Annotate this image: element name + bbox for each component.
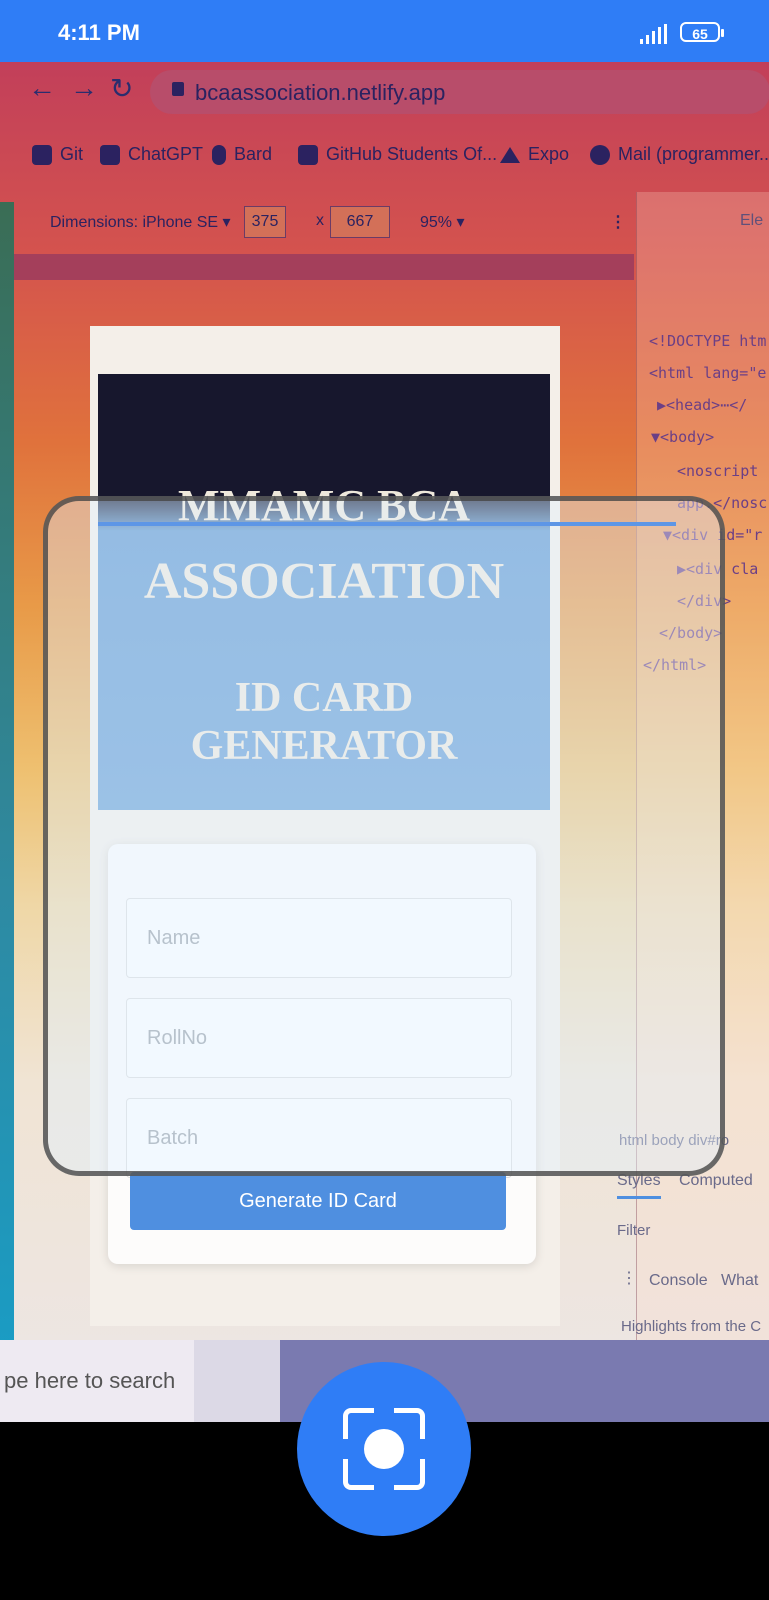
times-label: x xyxy=(316,212,324,229)
bookmark-label: Git xyxy=(60,144,84,164)
forward-icon: → xyxy=(70,72,98,103)
clock: 4:11 PM xyxy=(58,20,140,45)
bookmark-label: Mail (programmer... xyxy=(618,144,769,164)
console-tab: Console xyxy=(649,1272,708,1289)
console-menu-icon: ⋮ xyxy=(621,1270,637,1287)
scan-corner-icon xyxy=(343,1459,374,1490)
url-text: bcaassociation.netlify.app xyxy=(195,80,446,105)
scan-corner-icon xyxy=(394,1459,425,1490)
code-line: <!DOCTYPE htm xyxy=(649,332,767,350)
zoom-dropdown: 95% ▾ xyxy=(420,214,465,231)
whats-new-tab: What xyxy=(721,1272,759,1289)
more-icon: ⋮ xyxy=(610,214,626,231)
device-ruler xyxy=(14,254,634,280)
taskbar-search: pe here to search xyxy=(0,1340,194,1422)
styles-tab: Styles xyxy=(617,1172,661,1199)
status-bar: 4:11 PM 65 xyxy=(0,0,769,62)
bookmark-github-students: GitHub Students Of... xyxy=(298,144,498,166)
bookmarks-bar: Git ChatGPT Bard GitHub Students Of... E… xyxy=(0,132,769,182)
github-students-icon xyxy=(298,145,318,166)
bookmark-label: ChatGPT xyxy=(128,144,204,164)
left-edge-decoration xyxy=(0,202,14,1352)
reload-icon: ↻ xyxy=(110,73,134,104)
github-icon xyxy=(32,145,52,166)
code-line: <noscript xyxy=(677,462,759,480)
chatgpt-icon xyxy=(100,145,120,166)
shutter-dot-icon xyxy=(364,1429,404,1469)
code-line: ▼<body> xyxy=(651,428,715,446)
back-icon: ← xyxy=(28,72,56,103)
mail-icon xyxy=(590,145,610,166)
bookmark-label: Bard xyxy=(234,144,273,164)
scan-line xyxy=(98,522,676,526)
bookmark-label: Expo xyxy=(528,144,570,164)
lock-icon xyxy=(172,82,184,96)
filter-label: Filter xyxy=(617,1222,651,1239)
scan-frame xyxy=(43,496,725,1176)
expo-icon xyxy=(500,147,520,164)
battery-level: 65 xyxy=(692,26,708,42)
bard-icon xyxy=(212,145,226,166)
bookmark-label: GitHub Students Of... xyxy=(326,144,498,164)
bookmark-bard: Bard xyxy=(212,144,273,166)
capture-button[interactable] xyxy=(297,1362,471,1536)
bookmark-chatgpt: ChatGPT xyxy=(100,144,204,166)
device-dropdown: Dimensions: iPhone SE ▾ xyxy=(50,214,231,231)
bookmark-expo: Expo xyxy=(500,144,569,165)
battery-icon: 65 xyxy=(680,22,724,42)
signal-icon xyxy=(640,24,670,44)
scan-corner-icon xyxy=(394,1408,425,1439)
generate-id-card-button[interactable]: Generate ID Card xyxy=(130,1172,506,1230)
highlights-text: Highlights from the C xyxy=(621,1318,762,1335)
browser-address-row: ← → ↻ bcaassociation.netlify.app xyxy=(0,62,769,122)
bookmark-git: Git xyxy=(32,144,84,166)
code-line: ▶<head>⋯</ xyxy=(657,396,748,414)
width-field: 375 xyxy=(244,206,286,238)
code-line: <html lang="e xyxy=(649,364,767,382)
bookmark-mail: Mail (programmer... xyxy=(590,144,769,166)
height-field: 667 xyxy=(330,206,390,238)
